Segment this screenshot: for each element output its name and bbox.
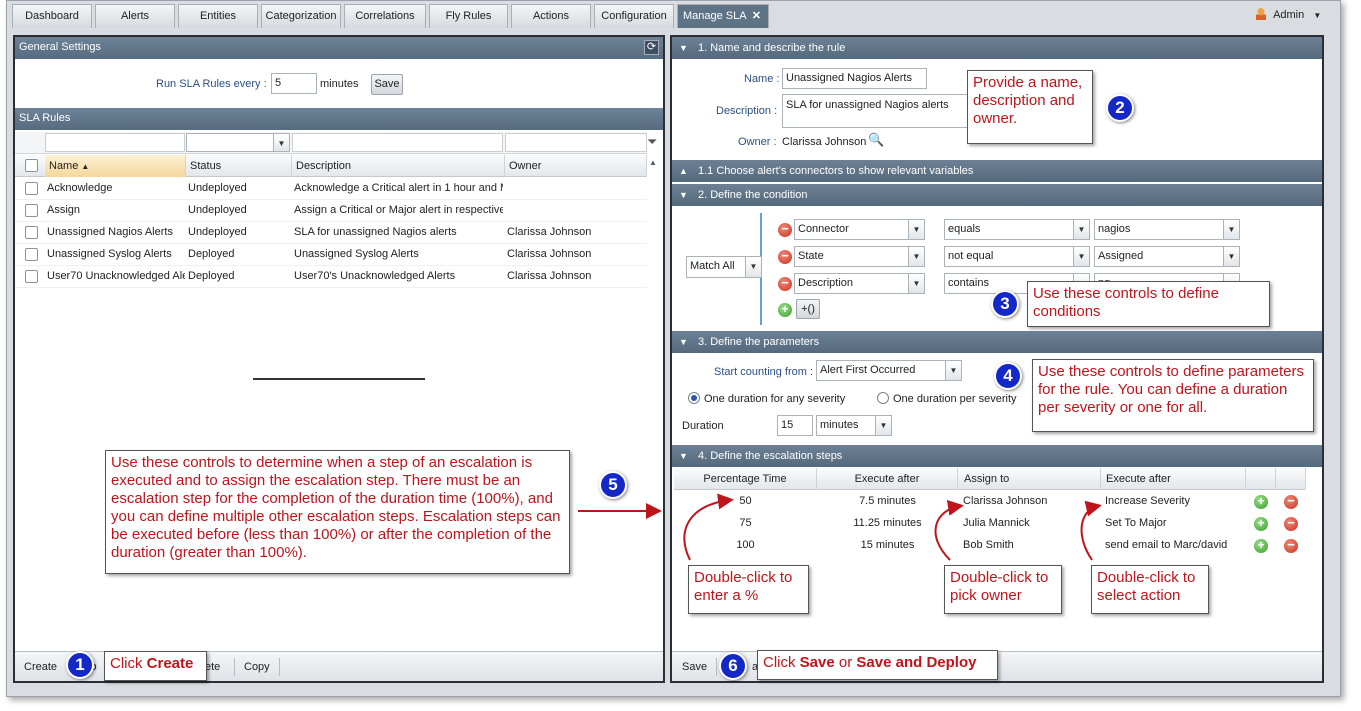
arrow-owner [934, 500, 964, 561]
arrow-action [1080, 500, 1102, 561]
arrow-percent [683, 493, 734, 561]
annotation-arrows [578, 493, 1102, 561]
